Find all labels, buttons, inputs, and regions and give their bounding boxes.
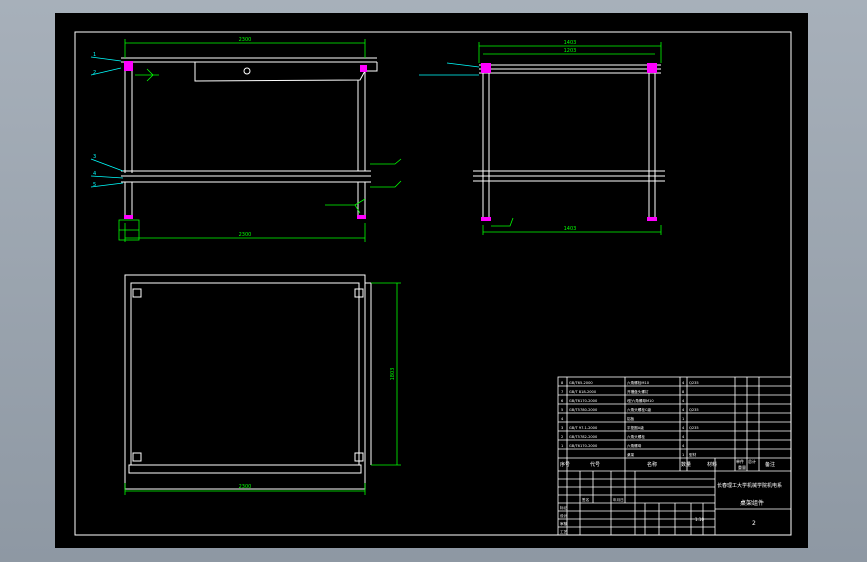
part-name-cell: 铝板 [627,416,635,421]
part-name-cell: 平垫圈A级 [627,425,644,430]
part-no-cell: 2 [561,435,563,439]
plan-bottom-dim: 2300 [239,484,252,490]
part-code-cell: GB/T65-2000 [569,381,593,385]
part-code-cell: GB/T 818-2000 [569,390,597,394]
row-label-review: 审核 [560,521,568,526]
leader-label-1: 1 [93,52,96,58]
side-top-dim-1: 1403 [564,40,577,46]
part-qty-cell: 1 [682,417,684,421]
part-code-cell: GB/T5780-2000 [569,408,598,412]
part-qty-cell: 4 [682,381,685,385]
front-view [121,57,378,216]
leader-label-4: 4 [93,171,96,177]
row-label-signature: 签名 [582,497,590,502]
plan-right-dim: 1803 [390,368,396,381]
part-no-cell: 4 [561,417,564,421]
part-code-cell: GB/T6170-2000 [569,444,598,448]
row-label-design: 设计 [560,513,568,518]
part-material-cell: Q235 [689,426,699,430]
front-view-labels: 1 2 3 4 5 [93,52,96,188]
part-material-cell: 型材 [689,452,697,457]
front-view-feet [124,61,367,219]
header-weight: 重量 [738,464,746,470]
header-note: 备注 [765,461,775,468]
header-qty: 数量 [681,461,691,468]
part-name-cell: 六角螺母 [627,443,642,448]
part-no-cell: 7 [561,390,563,394]
part-no-cell: 3 [561,426,563,430]
part-no-cell: 6 [561,399,564,403]
cad-viewport[interactable]: 1 2 3 4 5 2300 2300 1403 1203 1403 2300 … [0,0,867,562]
front-bottom-dim: 2300 [239,232,252,238]
side-view [473,64,665,218]
header-name: 名称 [647,461,657,468]
side-bottom-dim: 1403 [564,226,577,232]
header-code: 代号 [590,461,600,468]
leader-label-5: 5 [93,182,96,188]
side-view-leaders [419,62,480,76]
side-view-dims [478,42,662,235]
drawing-sheet[interactable]: 1 2 3 4 5 2300 2300 1403 1203 1403 2300 … [55,13,808,548]
part-name-cell: 六角头螺栓C级 [627,407,651,412]
row-label-date: 年月日 [613,497,624,502]
plan-view-dims [124,282,401,495]
part-name-cell: I型六角螺母M10 [627,398,654,403]
sheet-number: 2 [752,520,756,527]
part-qty-cell: 4 [682,399,685,403]
part-no-cell: 8 [561,381,564,385]
part-code-cell: GB/T 97.1-2000 [569,426,598,430]
scale: 1:10 [695,517,704,522]
part-name-cell: 六角螺栓M10 [627,380,650,385]
row-label-mark: 标记 [560,505,568,510]
front-view-leaders [90,56,124,188]
front-top-dim: 2300 [239,37,252,43]
part-name-cell: 桌架 [627,452,635,457]
plan-view-dim-text: 2300 1803 [239,368,396,490]
part-code-cell: GB/T6170-2000 [569,399,598,403]
header-total-weight: 总计 [748,458,756,464]
drawing-name: 桌架组件 [740,499,764,507]
part-name-cell: 六角头螺栓 [627,434,645,439]
header-unit-weight: 单件 [736,458,744,464]
part-name-cell: 开槽盘头螺钉 [627,389,649,394]
part-qty-cell: 4 [682,435,685,439]
part-material-cell: Q235 [689,408,699,412]
header-seq: 序号 [560,461,570,468]
part-qty-cell: 4 [682,408,685,412]
leader-label-3: 3 [93,154,96,160]
title-block-headers: 序号 代号 名称 数量 材料 单件 总计 重量 备注 [560,458,775,470]
leader-label-2: 2 [93,70,96,76]
part-code-cell: GB/T5782-2000 [569,435,598,439]
parts-list: 8 GB/T65-2000 六角螺栓M10 4 Q235 7 GB/T 818-2000 开槽… [561,380,699,457]
part-qty-cell: 1 [682,453,684,457]
part-no-cell: 1 [561,444,563,448]
side-view-feet [481,63,657,221]
part-no-cell: 5 [561,408,563,412]
part-material-cell: Q235 [689,381,699,385]
part-qty-cell: 4 [682,444,685,448]
side-top-dim-2: 1203 [564,48,577,54]
header-material: 材料 [707,461,717,468]
front-view-dim-text: 2300 2300 [239,37,252,238]
drawing-canvas[interactable]: 1 2 3 4 5 2300 2300 1403 1203 1403 2300 … [55,13,808,548]
part-qty-cell: 8 [682,390,685,394]
front-view-dims [118,39,402,242]
row-label-process: 工艺 [560,529,568,534]
part-qty-cell: 4 [682,426,685,430]
institution-name: 长春理工大学机械学院机电系 [717,482,782,489]
plan-view [124,274,372,490]
